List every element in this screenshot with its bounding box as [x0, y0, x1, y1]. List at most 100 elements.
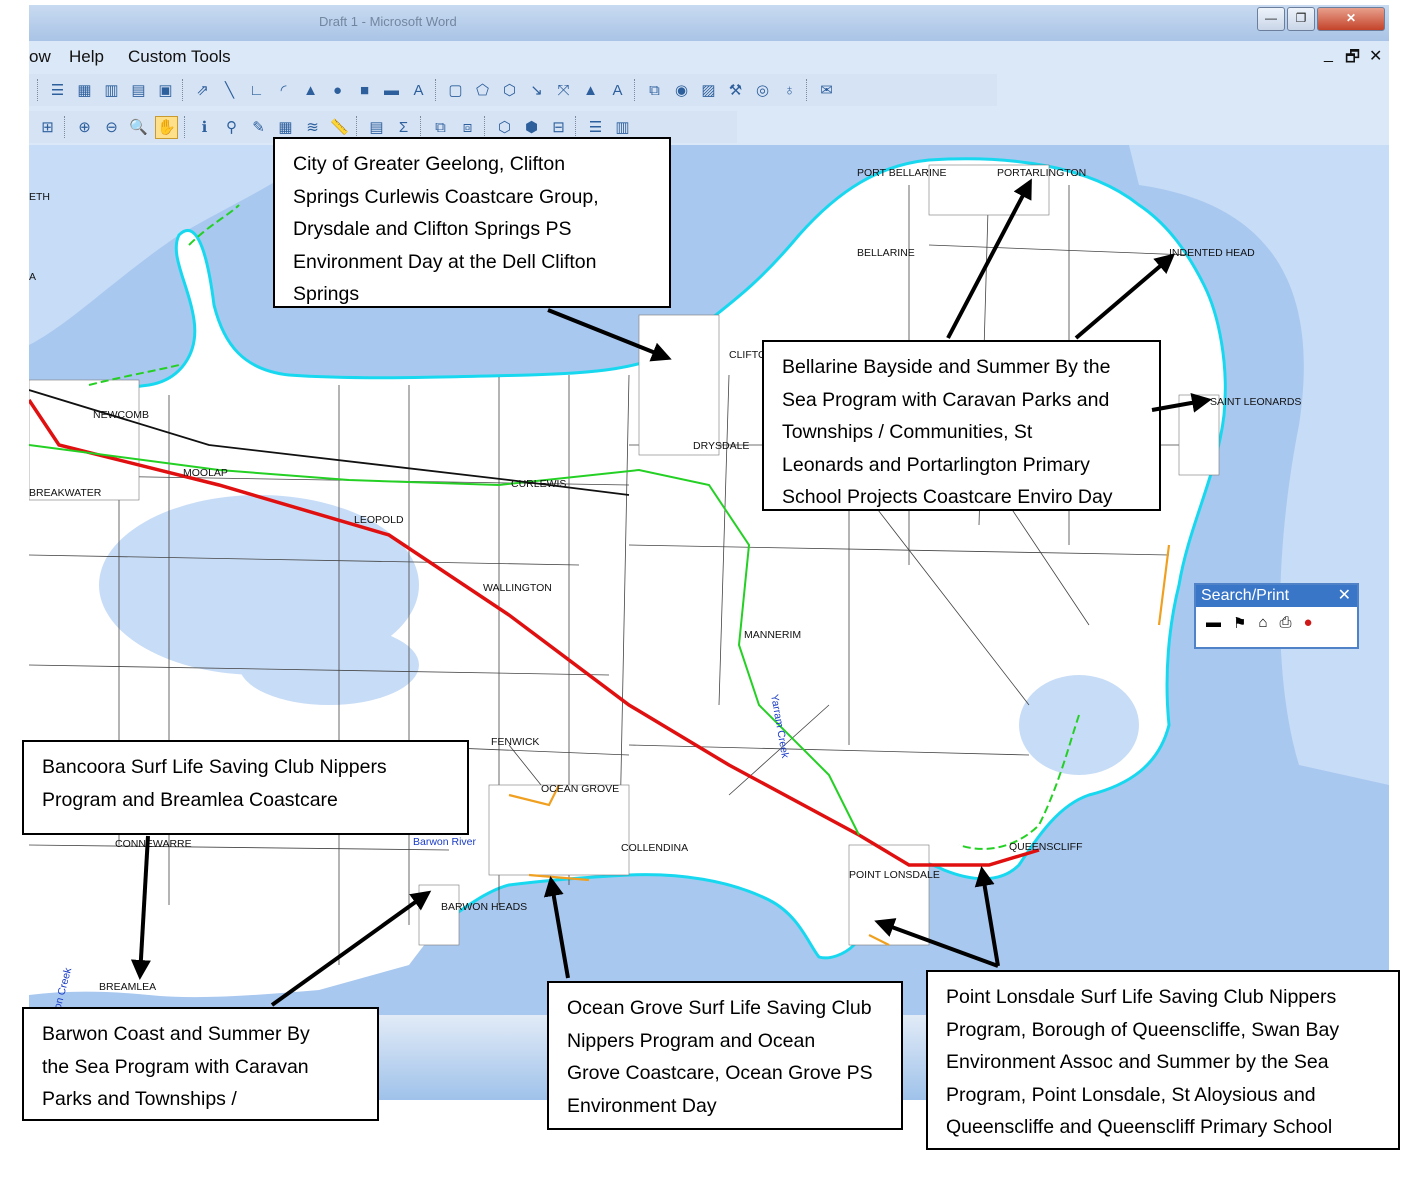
label-icon[interactable]: A [607, 80, 628, 101]
settings-icon[interactable]: ◎ [752, 80, 773, 101]
zoom-query-icon[interactable]: 🔍 [128, 117, 149, 138]
redistrict-icon[interactable]: ⧉ [430, 117, 451, 138]
browse-icon[interactable]: ▤ [366, 117, 387, 138]
search-print-icons: ▬ ⚑ ⌂ ⎙ ● [1196, 607, 1357, 632]
text-icon[interactable]: A [408, 80, 429, 101]
thematic-icon[interactable]: ⬡ [494, 117, 515, 138]
frame-icon[interactable]: ▢ [445, 80, 466, 101]
label-curlewis: CURLEWIS [511, 478, 566, 490]
callout-barwon-coast: Barwon Coast and Summer By the Sea Progr… [22, 1007, 379, 1121]
ruler-icon[interactable]: 📏 [329, 117, 350, 138]
callout-line: Nippers Program and Ocean [567, 1029, 816, 1052]
callout-line: Ocean Grove Surf Life Saving Club [567, 997, 872, 1019]
triangle-icon[interactable]: ▲ [300, 80, 321, 101]
search-print-panel: Search/Print ✕ ▬ ⚑ ⌂ ⎙ ● [1194, 583, 1359, 649]
toolbar-separator [37, 79, 41, 101]
window-icon[interactable]: ▣ [155, 80, 176, 101]
message-icon[interactable]: ✉ [816, 80, 837, 101]
callout-bellarine-bayside: Bellarine Bayside and Summer By the Sea … [762, 340, 1161, 511]
label-breakwater: BREAKWATER [29, 487, 102, 499]
mdi-minimize-button[interactable]: _ [1324, 46, 1333, 64]
select-icon[interactable]: ⊞ [37, 117, 58, 138]
callout-point-lonsdale: Point Lonsdale Surf Life Saving Club Nip… [926, 970, 1400, 1150]
toolbar-separator [420, 116, 424, 138]
report-icon[interactable]: ▥ [612, 117, 633, 138]
swan-bay [1019, 675, 1139, 775]
callout-line: City of Greater Geelong, Clifton [293, 153, 566, 175]
callout-bancoora: Bancoora Surf Life Saving Club Nippers P… [22, 740, 469, 835]
polyline-icon[interactable]: ∟ [246, 80, 267, 101]
rectangle-icon[interactable]: ■ [354, 80, 375, 101]
scale-icon[interactable]: ⬢ [521, 117, 542, 138]
pointer-icon[interactable]: ⇗ [192, 80, 213, 101]
tool-icon[interactable]: ⚒ [725, 80, 746, 101]
layers-icon[interactable]: ⧉ [644, 80, 665, 101]
label-bellarine: BELLARINE [857, 247, 915, 259]
arc-icon[interactable]: ◜ [273, 80, 294, 101]
menu-window[interactable]: ow [29, 47, 51, 67]
label-indented-head: INDENTED HEAD [1169, 247, 1255, 259]
sum-icon[interactable]: Σ [393, 117, 414, 138]
callout-line: Point Lonsdale Surf Life Saving Club Nip… [946, 986, 1337, 1008]
graph-icon[interactable]: ⧈ [457, 117, 478, 138]
mdi-close-button[interactable]: ✕ [1369, 46, 1382, 66]
search-print-title: Search/Print [1201, 587, 1290, 604]
grid-icon[interactable]: ▤ [128, 80, 149, 101]
label-tag-icon[interactable]: ✎ [248, 117, 269, 138]
callout-line: Leonards and Portarlington Primary [782, 453, 1090, 476]
zoom-in-icon[interactable]: ⊕ [74, 117, 95, 138]
polygon-icon[interactable]: ⬠ [472, 80, 493, 101]
close-button[interactable]: ✕ [1317, 7, 1385, 31]
layer-control-icon[interactable]: ▦ [275, 117, 296, 138]
pan-hand-icon[interactable]: ✋ [155, 115, 178, 139]
callout-line: Queenscliffe and Queenscliff Primary Sch… [946, 1116, 1333, 1138]
callout-line: Parks and Townships / [42, 1088, 237, 1110]
flag-icon[interactable]: ▲ [580, 80, 601, 101]
stack-icon[interactable]: ≋ [302, 117, 323, 138]
split-icon[interactable]: ⤧ [553, 80, 574, 101]
callout-line: Townships / Communities, St [782, 421, 1033, 443]
line-icon[interactable]: ╲ [219, 80, 240, 101]
toolbar-separator [575, 116, 579, 138]
callout-line: Environment Day at the Dell Clifton [293, 250, 597, 273]
title-bar: Draft 1 - Microsoft Word — ❐ ✕ [29, 5, 1389, 41]
window-title: Draft 1 - Microsoft Word [319, 14, 457, 29]
reshape-icon[interactable]: ⬡ [499, 80, 520, 101]
label-wallington: WALLINGTON [483, 582, 552, 594]
mdi-restore-button[interactable]: 🗗 [1345, 46, 1360, 73]
legend-icon[interactable]: ☰ [585, 117, 606, 138]
search-print-close-button[interactable]: ✕ [1338, 585, 1351, 607]
menu-custom-tools[interactable]: Custom Tools [128, 47, 231, 67]
table-icon[interactable]: ▦ [74, 80, 95, 101]
chart-icon[interactable]: ▥ [101, 80, 122, 101]
map-canvas[interactable]: PORT BELLARINE PORTARLINGTON BELLARINE I… [29, 145, 1389, 1015]
list-icon[interactable]: ☰ [47, 80, 68, 101]
label-drysdale: DRYSDALE [693, 440, 749, 452]
globe-marker-icon[interactable]: ♁ [779, 80, 800, 101]
label-collendina: COLLENDINA [621, 842, 688, 854]
zoom-out-icon[interactable]: ⊖ [101, 117, 122, 138]
minimize-button[interactable]: — [1257, 7, 1285, 31]
callout-geelong-clifton: City of Greater Geelong, Clifton Springs… [273, 137, 671, 308]
measure-icon[interactable]: ⚲ [221, 117, 242, 138]
map-icon[interactable]: ▨ [698, 80, 719, 101]
search-bar-icon[interactable]: ▬ [1206, 614, 1221, 632]
info-icon[interactable]: ℹ [194, 117, 215, 138]
menu-help[interactable]: Help [69, 47, 104, 67]
toolbar-separator [634, 79, 638, 101]
home-icon[interactable]: ⌂ [1258, 614, 1267, 632]
restore-button[interactable]: ❐ [1287, 7, 1315, 31]
node-icon[interactable]: ↘ [526, 80, 547, 101]
circle-icon[interactable]: ● [327, 80, 348, 101]
gis-application-window: Draft 1 - Microsoft Word — ❐ ✕ ow Help C… [29, 5, 1389, 1100]
toolbar-separator [435, 79, 439, 101]
locate-icon[interactable]: ⚑ [1233, 614, 1246, 632]
printer-icon[interactable]: ⎙ [1280, 614, 1292, 632]
callout-line: Bellarine Bayside and Summer By the [782, 356, 1111, 378]
rounded-rect-icon[interactable]: ▬ [381, 80, 402, 101]
label-barwon-heads: BARWON HEADS [441, 901, 527, 913]
record-icon[interactable]: ● [1304, 614, 1313, 632]
callout-line: Sea Program with Caravan Parks and [782, 388, 1110, 411]
print-icon[interactable]: ⊟ [548, 117, 569, 138]
globe-icon[interactable]: ◉ [671, 80, 692, 101]
